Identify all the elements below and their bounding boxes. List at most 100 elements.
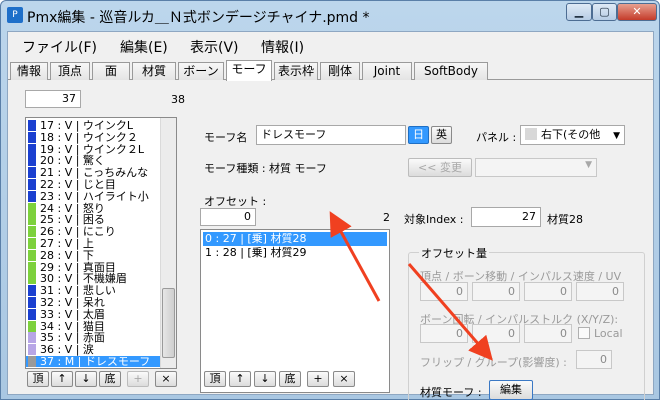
- list-item[interactable]: 28 : V | 下: [26, 248, 162, 262]
- list-item[interactable]: 35 : V | 赤面: [26, 332, 162, 344]
- morph-search-input[interactable]: 37: [25, 90, 81, 108]
- panel-select[interactable]: 右下(その他 ▼: [520, 125, 625, 145]
- menu-info[interactable]: 情報(I): [261, 37, 304, 57]
- list-item[interactable]: 24 : V | 怒り: [26, 201, 162, 215]
- morph-row-label: 29 : V | 真面目: [40, 260, 116, 274]
- flip-label: フリップ / グループ(影響度) :: [420, 356, 567, 369]
- close-button[interactable]: ✕: [617, 3, 657, 21]
- tab-softbody[interactable]: SoftBody: [414, 62, 488, 80]
- client-area: ファイル(F) 編集(E) 表示(V) 情報(I) 情報 頂点 面 材質 ボーン…: [7, 31, 654, 400]
- morph-color-swatch: [28, 226, 36, 238]
- maximize-button[interactable]: ▢: [592, 3, 617, 21]
- morph-bottom-button[interactable]: 底: [99, 371, 121, 387]
- morph-list[interactable]: 17 : V | ウインクL 18 : V | ウインク２ 19 : V | ウイン…: [25, 117, 177, 369]
- morph-delete-button[interactable]: ×: [155, 371, 177, 387]
- tab-display-frame[interactable]: 表示枠: [274, 62, 318, 80]
- tab-material[interactable]: 材質: [132, 62, 176, 80]
- change-type-button[interactable]: << 変更: [408, 158, 472, 177]
- morph-color-swatch: [28, 155, 36, 167]
- offset-row[interactable]: 1 : 28 | [乗] 材質29: [203, 246, 387, 260]
- list-item[interactable]: 25 : V | 困る: [26, 213, 162, 227]
- list-item[interactable]: 33 : V | 太眉: [26, 308, 162, 320]
- title-bar[interactable]: P Pmx編集 - 巡音ルカ＿Ｎ式ボンデージチャイナ.pmd * ▁ ▢ ✕: [1, 1, 659, 31]
- morph-add-button[interactable]: +: [127, 371, 149, 387]
- morph-row-label: 25 : V | 困る: [40, 213, 105, 227]
- rotate-offset-y[interactable]: 0: [472, 324, 520, 343]
- menu-view[interactable]: 表示(V): [190, 37, 239, 57]
- morph-color-swatch: [28, 179, 36, 190]
- list-item[interactable]: 36 : V | 涙: [26, 344, 162, 356]
- tab-vertex[interactable]: 頂点: [50, 62, 90, 80]
- offset-down-button[interactable]: ↓: [254, 371, 276, 387]
- flip-value-input[interactable]: 0: [576, 350, 612, 369]
- rotate-offset-x[interactable]: 0: [420, 324, 468, 343]
- chevron-down-icon: ▼: [613, 131, 620, 141]
- morph-top-button[interactable]: 頂: [27, 371, 49, 387]
- morph-row-label: 32 : V | 呆れ: [40, 296, 105, 309]
- list-item[interactable]: 31 : V | 悲しい: [26, 285, 162, 297]
- target-name: 材質28: [547, 213, 583, 226]
- list-item[interactable]: 27 : V | 上: [26, 238, 162, 249]
- local-checkbox[interactable]: [578, 327, 590, 339]
- morph-row-label: 19 : V | ウインク２L: [40, 142, 145, 156]
- list-item[interactable]: 17 : V | ウインクL: [26, 120, 162, 131]
- offset-top-button[interactable]: 頂: [204, 371, 226, 387]
- morph-row-label: 30 : V | 不機嫌眉: [40, 272, 127, 286]
- list-item[interactable]: 20 : V | 驚く: [26, 154, 162, 168]
- tab-morph[interactable]: モーフ: [226, 60, 272, 81]
- morph-row-label: 28 : V | 下: [40, 248, 94, 262]
- list-item[interactable]: 26 : V | にこり: [26, 226, 162, 238]
- vertex-offset-z[interactable]: 0: [524, 282, 572, 301]
- list-item[interactable]: 18 : V | ウインク２: [26, 131, 162, 143]
- tab-strip: 情報 頂点 面 材質 ボーン モーフ 表示枠 剛体 Joint SoftBody: [8, 60, 653, 81]
- morph-name-input[interactable]: ドレスモーフ: [256, 125, 406, 145]
- tab-face[interactable]: 面: [92, 62, 130, 80]
- tab-bone[interactable]: ボーン: [178, 62, 224, 80]
- menu-file[interactable]: ファイル(F): [22, 37, 97, 57]
- list-item[interactable]: 23 : V | ハイライト小: [26, 190, 162, 202]
- morph-color-swatch: [28, 308, 36, 320]
- vertex-offset-w[interactable]: 0: [576, 282, 624, 301]
- list-item[interactable]: 30 : V | 不機嫌眉: [26, 272, 162, 286]
- morph-row-label: 20 : V | 驚く: [40, 154, 105, 168]
- morph-up-button[interactable]: ↑: [51, 371, 73, 387]
- rotate-offset-z[interactable]: 0: [524, 324, 572, 343]
- offset-delete-button[interactable]: ×: [333, 371, 355, 387]
- tab-joint[interactable]: Joint: [362, 62, 412, 80]
- morph-down-button[interactable]: ↓: [75, 371, 97, 387]
- offset-row[interactable]: 0 : 27 | [乗] 材質28: [203, 232, 387, 246]
- morph-color-swatch: [28, 273, 36, 285]
- morph-panel: 37 38 17 : V | ウインクL 18 : V | ウインク２ 19 : V…: [11, 81, 650, 400]
- menu-edit[interactable]: 編集(E): [120, 37, 168, 57]
- lang-jp-button[interactable]: 日: [408, 126, 429, 144]
- offset-list[interactable]: 0 : 27 | [乗] 材質28 1 : 28 | [乗] 材質29: [200, 229, 390, 393]
- panel-select-value: 右下(その他: [541, 128, 601, 141]
- morph-color-swatch: [28, 285, 36, 297]
- list-item[interactable]: 32 : V | 呆れ: [26, 297, 162, 308]
- offset-add-button[interactable]: +: [307, 371, 329, 387]
- scroll-thumb[interactable]: [162, 288, 175, 358]
- edit-button[interactable]: 編集: [489, 380, 533, 400]
- morph-type-select[interactable]: ▼: [475, 158, 597, 177]
- offset-amount-group-label: オフセット量: [419, 245, 489, 261]
- offset-up-button[interactable]: ↑: [229, 371, 251, 387]
- offset-bottom-button[interactable]: 底: [279, 371, 301, 387]
- tab-rigid-body[interactable]: 剛体: [320, 62, 360, 80]
- vertex-offset-x[interactable]: 0: [420, 282, 468, 301]
- list-item[interactable]: 34 : V | 猫目: [26, 320, 162, 332]
- lang-en-button[interactable]: 英: [431, 126, 452, 144]
- morph-color-swatch: [28, 202, 36, 214]
- target-index-input[interactable]: 27: [471, 207, 541, 227]
- panel-label: パネル :: [476, 131, 517, 144]
- list-item[interactable]: 21 : V | こっちみんな: [26, 167, 162, 179]
- vertex-offset-y[interactable]: 0: [472, 282, 520, 301]
- morph-row-label: 24 : V | 怒り: [40, 201, 105, 215]
- offset-index-input[interactable]: 0: [200, 208, 256, 226]
- morph-list-scrollbar[interactable]: [160, 118, 176, 368]
- offset-label: オフセット :: [204, 195, 267, 208]
- tab-info[interactable]: 情報: [10, 62, 48, 80]
- list-item[interactable]: 22 : V | じと目: [26, 179, 162, 190]
- list-item[interactable]: 37 : M | ドレスモーフ: [26, 356, 162, 368]
- minimize-button[interactable]: ▁: [566, 3, 592, 21]
- target-index-label: 対象Index :: [404, 213, 464, 226]
